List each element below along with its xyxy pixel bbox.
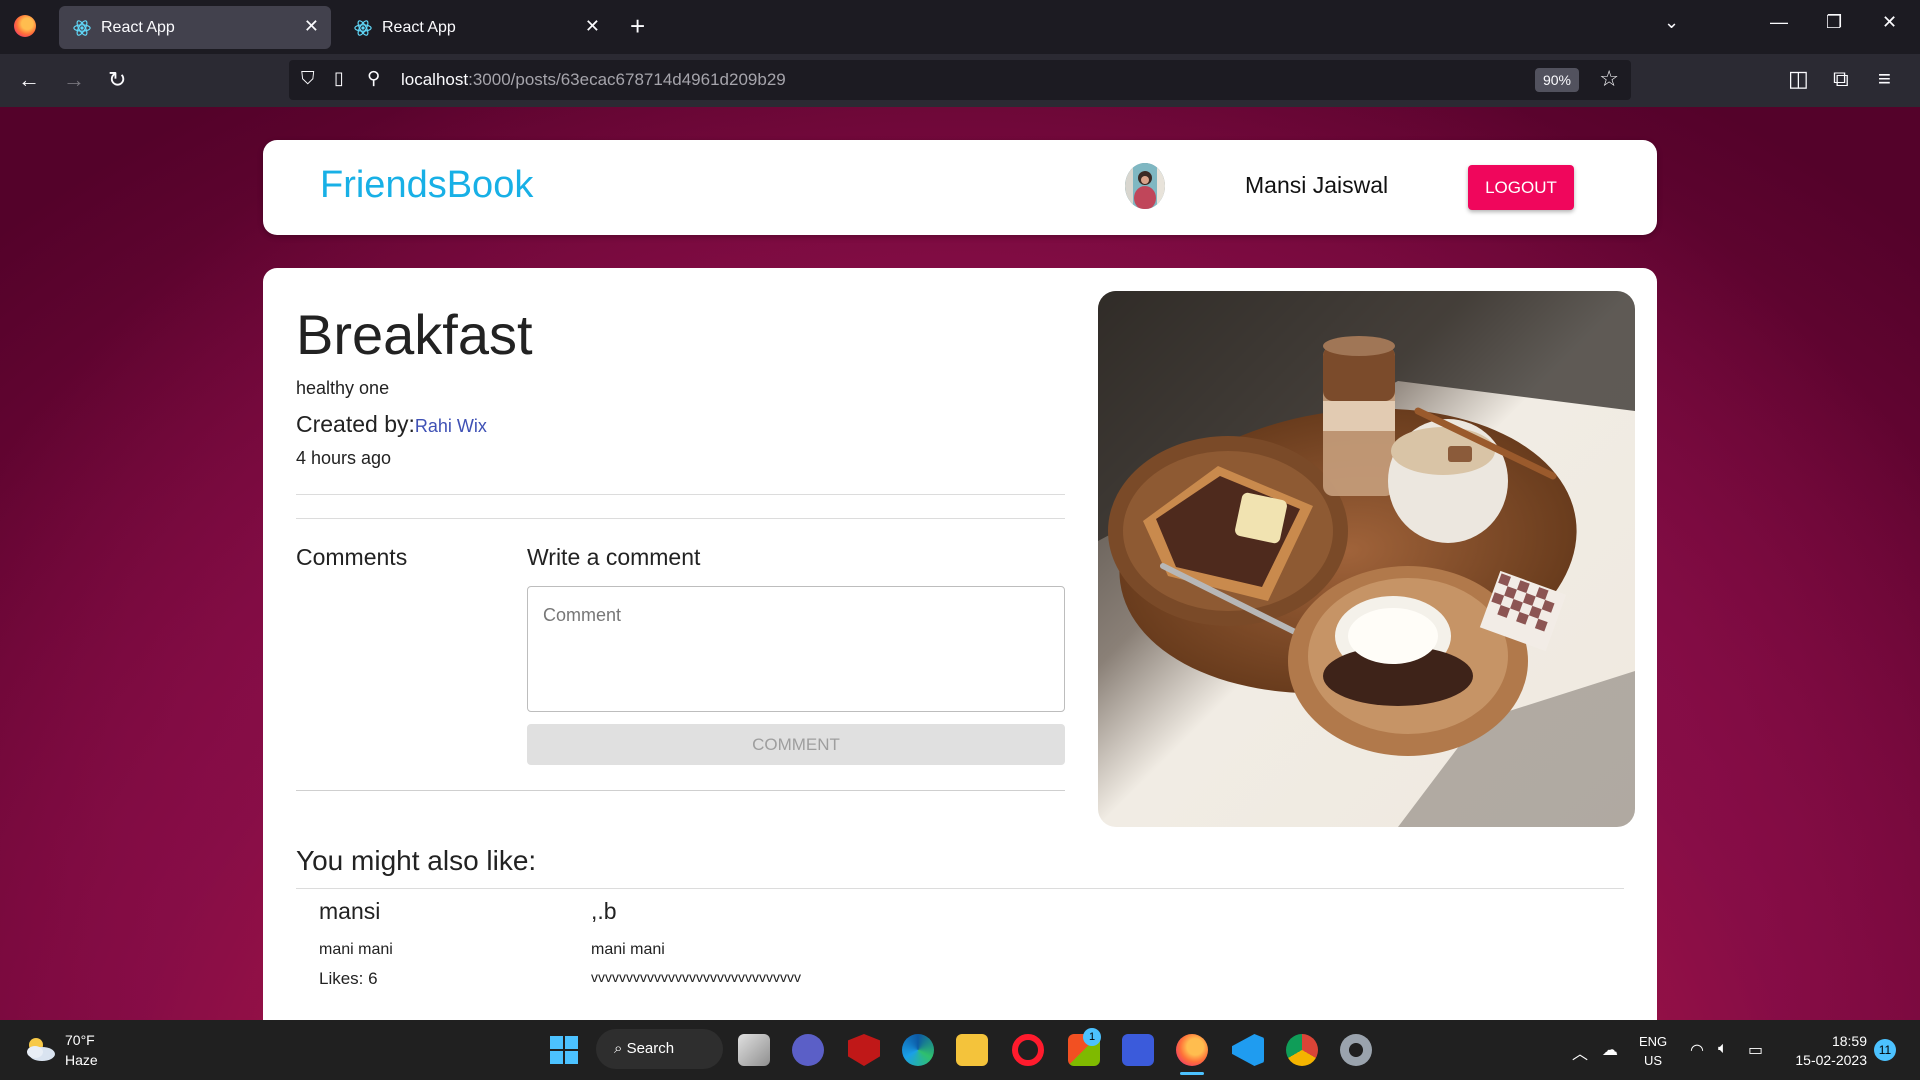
opera-icon[interactable] bbox=[1012, 1034, 1044, 1066]
volume-icon[interactable]: 🔈︎ bbox=[1718, 1040, 1728, 1058]
recommended-author: mani mani bbox=[319, 941, 393, 958]
url-text[interactable]: localhost:3000/posts/63ecac678714d4961d2… bbox=[401, 70, 786, 90]
recommended-title: mansi bbox=[319, 898, 381, 924]
close-tab-icon[interactable]: ✕ bbox=[304, 16, 319, 37]
chrome-icon[interactable] bbox=[1286, 1034, 1318, 1066]
post-image bbox=[1098, 291, 1635, 827]
comments-title: Comments bbox=[296, 544, 408, 570]
created-by-label: Created by: bbox=[296, 411, 415, 437]
creator-link[interactable]: Rahi Wix bbox=[415, 416, 487, 436]
task-view-icon[interactable] bbox=[738, 1034, 770, 1066]
recommended-likes: Likes: 6 bbox=[319, 969, 378, 988]
chevron-up-icon[interactable]: ︿ bbox=[1572, 1040, 1588, 1064]
restore-icon[interactable]: ❐ bbox=[1826, 12, 1842, 33]
windows-start-icon[interactable] bbox=[548, 1034, 580, 1066]
zoom-level[interactable]: 90% bbox=[1535, 68, 1579, 92]
list-all-tabs-icon[interactable]: ⌄ bbox=[1664, 12, 1679, 33]
region-code: US bbox=[1644, 1053, 1663, 1068]
comment-input[interactable] bbox=[527, 586, 1065, 712]
permissions-icon[interactable]: ⚲ bbox=[367, 68, 380, 89]
reload-icon[interactable]: ↻ bbox=[108, 67, 126, 93]
store-badge: 1 bbox=[1083, 1028, 1101, 1046]
onedrive-sync-icon[interactable]: ☁ bbox=[1602, 1040, 1618, 1060]
browser-tab-bar: React App ✕ React App ✕ + ⌄ — ❐ ✕ bbox=[0, 0, 1920, 54]
write-comment-title: Write a comment bbox=[527, 544, 701, 570]
logout-button[interactable]: LOGOUT bbox=[1468, 165, 1574, 210]
extensions-icon[interactable]: ⧉ bbox=[1833, 66, 1849, 92]
taskbar-search[interactable]: ⌕ Search bbox=[596, 1029, 723, 1069]
close-tab-icon[interactable]: ✕ bbox=[585, 16, 600, 37]
search-label: Search bbox=[626, 1040, 675, 1057]
tab-title: React App bbox=[101, 18, 175, 36]
recommended-post[interactable]: ,.b mani mani vvvvvvvvvvvvvvvvvvvvvvvvvv… bbox=[591, 898, 801, 985]
recommended-post[interactable]: mansi mani mani Likes: 6 bbox=[319, 898, 393, 989]
tab-title: React App bbox=[382, 18, 456, 36]
divider bbox=[296, 494, 1065, 495]
react-favicon-icon bbox=[73, 19, 91, 36]
shield-icon[interactable]: ⛉ bbox=[301, 68, 315, 89]
post-time: 4 hours ago bbox=[296, 448, 392, 468]
divider bbox=[296, 790, 1065, 791]
new-tab-icon[interactable]: + bbox=[630, 11, 645, 41]
language-code: ENG bbox=[1639, 1034, 1668, 1049]
tab-react-app-active[interactable]: React App ✕ bbox=[59, 6, 331, 49]
breakfast-photo bbox=[1098, 291, 1635, 827]
edge-icon[interactable] bbox=[902, 1034, 934, 1066]
page-icon[interactable]: ▯ bbox=[334, 68, 344, 89]
vscode-icon[interactable] bbox=[1232, 1034, 1264, 1066]
url-bar[interactable]: ⛉ ▯ ⚲ localhost:3000/posts/63ecac678714d… bbox=[289, 60, 1631, 100]
back-icon[interactable]: ← bbox=[18, 67, 40, 93]
windows-taskbar: 70°F Haze ⌕ Search 1 ︿ ☁ ENG US ◠ 🔈︎ ▭ 1… bbox=[0, 1020, 1920, 1080]
avatar-image bbox=[1125, 163, 1165, 209]
comment-button[interactable]: COMMENT bbox=[527, 724, 1065, 765]
browser-nav-bar: ← → ↻ ⛉ ▯ ⚲ localhost:3000/posts/63ecac6… bbox=[0, 54, 1920, 107]
search-icon: ⌕ bbox=[614, 1040, 627, 1057]
mcafee-icon[interactable] bbox=[848, 1034, 880, 1066]
firefox-menu-icon[interactable] bbox=[14, 15, 36, 37]
post-card: Breakfast healthy one Created by:Rahi Wi… bbox=[263, 268, 1657, 1020]
bookmark-star-icon[interactable]: ☆ bbox=[1599, 66, 1619, 92]
wifi-icon[interactable]: ◠ bbox=[1690, 1040, 1704, 1060]
system-clock[interactable]: 18:59 15-02-2023 bbox=[1785, 1032, 1867, 1070]
minimize-icon[interactable]: — bbox=[1770, 12, 1788, 33]
pocket-icon[interactable]: ◫ bbox=[1788, 66, 1809, 92]
react-favicon-icon bbox=[354, 19, 372, 36]
app-bar: FriendsBook Mansi Jaiswal LOGOUT bbox=[263, 140, 1657, 235]
firefox-taskbar-icon[interactable] bbox=[1176, 1034, 1208, 1066]
url-host: localhost bbox=[401, 70, 469, 89]
clock-date: 15-02-2023 bbox=[1795, 1052, 1867, 1068]
divider bbox=[296, 518, 1065, 519]
created-by-line: Created by:Rahi Wix bbox=[296, 411, 487, 438]
recommended-title: ,.b bbox=[591, 898, 617, 924]
post-title: Breakfast bbox=[296, 303, 533, 366]
might-also-like-title: You might also like: bbox=[296, 845, 537, 876]
divider bbox=[296, 888, 1624, 889]
tab-react-app[interactable]: React App ✕ bbox=[340, 6, 612, 49]
active-app-indicator bbox=[1180, 1072, 1204, 1075]
clock-time: 18:59 bbox=[1831, 1033, 1867, 1049]
recommended-author: mani mani bbox=[591, 941, 665, 958]
teams-chat-icon[interactable] bbox=[792, 1034, 824, 1066]
page-viewport: FriendsBook Mansi Jaiswal LOGOUT Breakfa… bbox=[0, 107, 1920, 1020]
avatar bbox=[1125, 163, 1165, 209]
close-window-icon[interactable]: ✕ bbox=[1882, 12, 1897, 33]
notification-badge[interactable]: 11 bbox=[1874, 1039, 1896, 1061]
user-name: Mansi Jaiswal bbox=[1245, 172, 1389, 198]
menu-icon[interactable]: ≡ bbox=[1878, 66, 1891, 92]
url-path: :3000/posts/63ecac678714d4961d209b29 bbox=[468, 70, 786, 89]
battery-icon[interactable]: ▭ bbox=[1748, 1040, 1763, 1060]
input-language[interactable]: ENG US bbox=[1639, 1032, 1667, 1070]
forward-icon[interactable]: → bbox=[63, 67, 85, 93]
weather-haze-icon[interactable] bbox=[22, 1033, 58, 1065]
post-message: healthy one bbox=[296, 378, 390, 398]
weather-temperature[interactable]: 70°F bbox=[65, 1032, 95, 1048]
file-explorer-icon[interactable] bbox=[956, 1034, 988, 1066]
brand-title[interactable]: FriendsBook bbox=[320, 164, 533, 207]
power-automate-icon[interactable] bbox=[1122, 1034, 1154, 1066]
settings-gear-icon[interactable] bbox=[1340, 1034, 1372, 1066]
weather-description[interactable]: Haze bbox=[65, 1052, 98, 1068]
recommended-message: vvvvvvvvvvvvvvvvvvvvvvvvvvvvvv bbox=[591, 969, 801, 985]
